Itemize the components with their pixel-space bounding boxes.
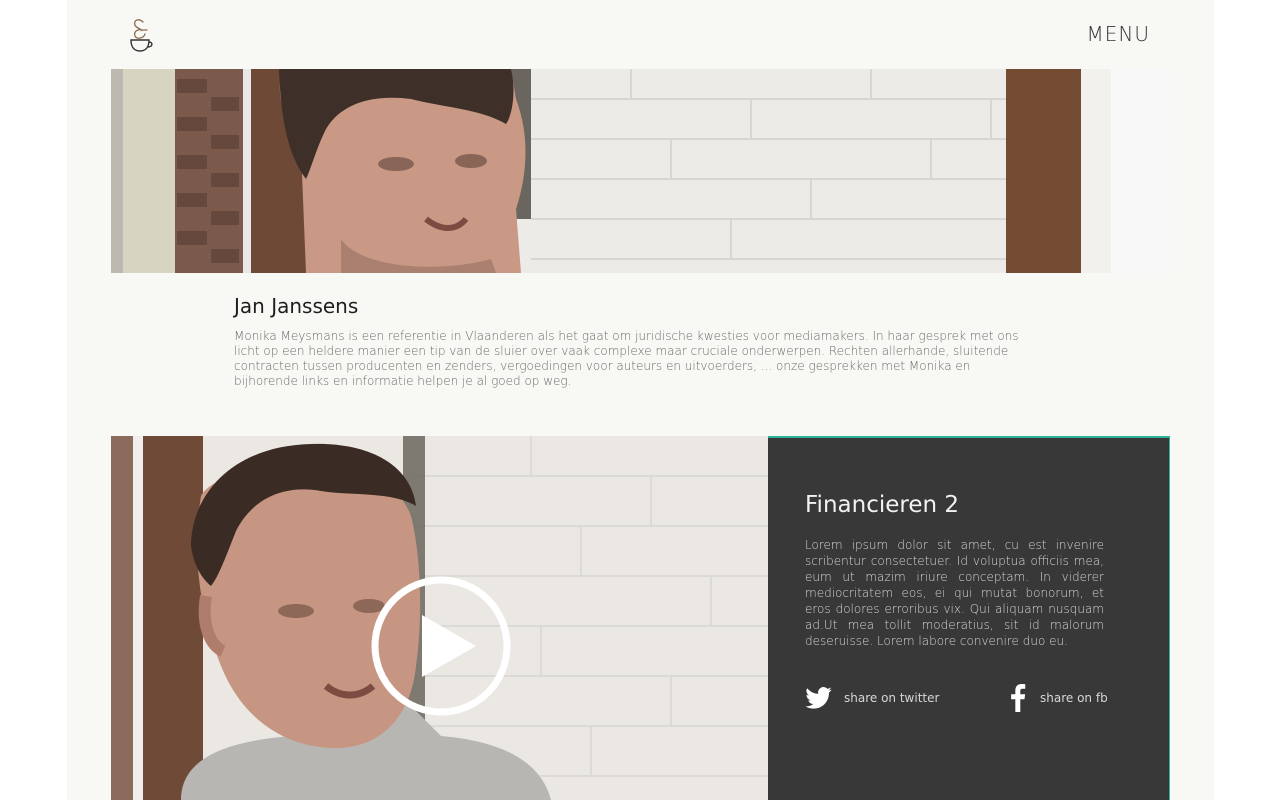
video-title: Financieren 2	[805, 492, 960, 518]
play-icon[interactable]	[370, 575, 512, 717]
share-fb-label: share on fb	[1040, 691, 1108, 705]
share-twitter-label: share on twitter	[844, 691, 940, 705]
menu-button[interactable]: MENU	[1087, 22, 1151, 46]
page: MENU Jan Janssens Monika Meysmans is een…	[67, 0, 1214, 800]
profile-name: Jan Janssens	[234, 294, 359, 318]
video-description: Lorem ipsum dolor sit amet, cu est inven…	[805, 538, 1104, 648]
ampersand-cup-logo[interactable]	[129, 18, 153, 52]
profile-bio: Monika Meysmans is een referentie in Vla…	[234, 329, 1019, 388]
share-fb-button[interactable]: share on fb	[1010, 684, 1108, 712]
hero-image	[111, 69, 1170, 273]
video-thumbnail[interactable]	[111, 436, 768, 800]
twitter-icon	[805, 687, 832, 709]
video-card: Financieren 2 Lorem ipsum dolor sit amet…	[111, 436, 1170, 800]
share-twitter-button[interactable]: share on twitter	[805, 684, 939, 712]
video-info-panel: Financieren 2 Lorem ipsum dolor sit amet…	[768, 436, 1170, 800]
facebook-icon	[1011, 684, 1026, 712]
